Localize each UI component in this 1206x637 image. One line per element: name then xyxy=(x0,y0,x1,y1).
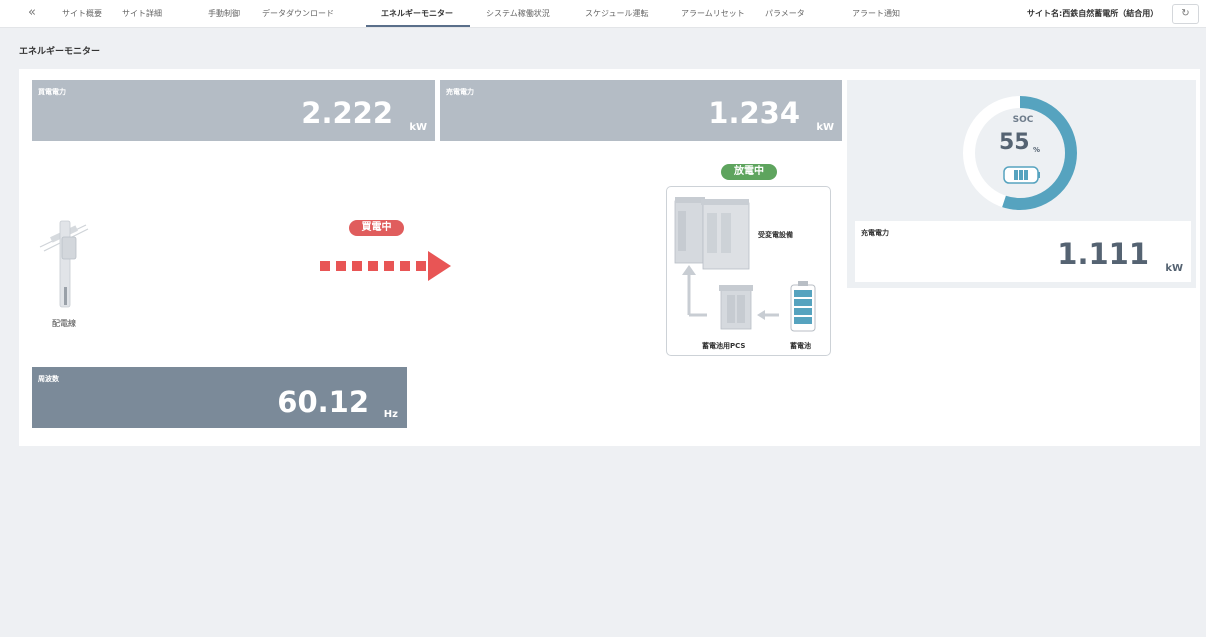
tab-alert-notification[interactable]: アラート通知 xyxy=(852,8,900,19)
charge-power-label: 充電電力 xyxy=(861,229,889,237)
site-name: サイト名:西鉄自然蓄電所（結合用） xyxy=(1027,9,1159,18)
frequency-value: 60.12 xyxy=(277,385,369,419)
top-nav: « サイト概要 サイト詳細 手動制御 データダウンロード エネルギーモニター シ… xyxy=(0,0,1206,28)
utility-pole-icon xyxy=(39,220,89,308)
battery-label: 蓄電池 xyxy=(790,342,811,350)
power-flow-arrow xyxy=(320,251,451,281)
charge-power-value: 1.111 xyxy=(1057,237,1149,271)
refresh-icon: ↻ xyxy=(1181,8,1190,19)
arrow-up-icon xyxy=(682,265,707,317)
buying-status-badge: 買電中 xyxy=(349,220,404,236)
refresh-button[interactable]: ↻ xyxy=(1172,4,1199,24)
battery-icon xyxy=(790,281,816,332)
pcs-icon xyxy=(719,285,753,330)
soc-value: 55 xyxy=(999,130,1030,155)
equipment-illustration xyxy=(674,197,816,332)
grid-label: 配電線 xyxy=(52,319,76,328)
discharging-status-badge: 放電中 xyxy=(721,164,777,180)
buy-power-unit: kW xyxy=(409,122,427,133)
tab-schedule-operation[interactable]: スケジュール運転 xyxy=(585,8,648,19)
sell-power-card: 売電電力 1.234 kW xyxy=(440,80,842,141)
tab-system-status[interactable]: システム稼働状況 xyxy=(486,8,550,19)
arrow-left-icon xyxy=(757,310,779,320)
tab-manual-control[interactable]: 手動制御 xyxy=(208,8,240,19)
tab-site-overview[interactable]: サイト概要 xyxy=(62,8,102,19)
pcs-label: 蓄電池用PCS xyxy=(702,342,746,350)
tab-alarm-reset[interactable]: アラームリセット xyxy=(681,8,745,19)
charge-power-unit: kW xyxy=(1165,263,1183,274)
frequency-card: 周波数 60.12 Hz xyxy=(32,367,407,428)
soc-unit: % xyxy=(1033,146,1041,154)
substation-icon xyxy=(674,197,750,270)
sell-power-label: 売電電力 xyxy=(446,88,474,96)
sell-power-unit: kW xyxy=(816,122,834,133)
frequency-unit: Hz xyxy=(383,409,398,420)
frequency-label: 周波数 xyxy=(38,375,59,383)
page-title: エネルギーモニター xyxy=(19,47,101,57)
tab-energy-monitor[interactable]: エネルギーモニター xyxy=(381,8,453,19)
soc-label: SOC xyxy=(1012,115,1034,125)
tab-site-detail[interactable]: サイト詳細 xyxy=(122,8,162,19)
charge-power-card: 充電電力 1.111 kW xyxy=(855,221,1191,282)
sell-power-value: 1.234 xyxy=(708,96,800,130)
active-tab-indicator xyxy=(366,25,470,27)
battery-icon xyxy=(1003,166,1040,184)
double-chevron-left-icon[interactable]: « xyxy=(28,5,36,20)
buy-power-label: 買電電力 xyxy=(38,88,66,96)
tab-parameters[interactable]: パラメータ xyxy=(765,8,805,19)
buy-power-card: 買電電力 2.222 kW xyxy=(32,80,435,141)
substation-label: 受変電設備 xyxy=(758,231,793,239)
buy-power-value: 2.222 xyxy=(301,96,393,130)
tab-data-download[interactable]: データダウンロード xyxy=(262,8,334,19)
